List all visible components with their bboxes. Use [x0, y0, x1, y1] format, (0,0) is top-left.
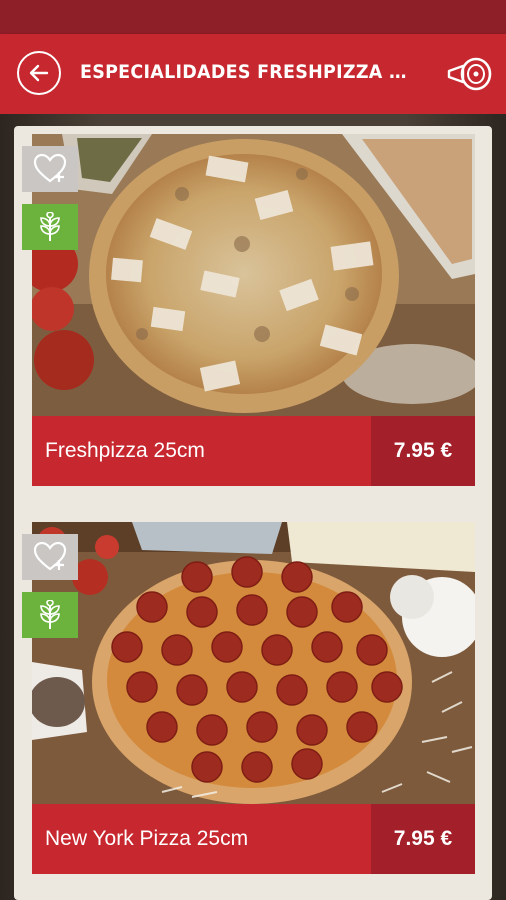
heart-plus-icon [33, 541, 67, 571]
product-name: Freshpizza 25cm [45, 439, 205, 462]
product-image [32, 522, 475, 804]
ham-leg-icon[interactable] [446, 54, 494, 94]
wheat-icon [40, 600, 60, 629]
heart-plus-icon [33, 153, 67, 183]
app-bar: ESPECIALIDADES FRESHPIZZA PEQU... [0, 34, 506, 114]
product-image [32, 134, 475, 416]
back-button[interactable] [17, 51, 61, 95]
vegetarian-badge [22, 204, 78, 250]
vegetarian-badge [22, 592, 78, 638]
product-bar[interactable]: New York Pizza 25cm 7.95 € [32, 804, 475, 874]
product-card[interactable]: Freshpizza 25cm 7.95 € [22, 134, 475, 486]
favorite-add-button[interactable] [22, 534, 78, 580]
favorite-add-button[interactable] [22, 146, 78, 192]
product-bar[interactable]: Freshpizza 25cm 7.95 € [32, 416, 475, 486]
product-card[interactable]: New York Pizza 25cm 7.95 € [22, 522, 475, 874]
product-name: New York Pizza 25cm [45, 827, 249, 850]
arrow-left-icon [29, 64, 49, 82]
wheat-icon [40, 212, 60, 241]
page-title: ESPECIALIDADES FRESHPIZZA PEQU... [80, 61, 408, 83]
product-price: 7.95 € [371, 416, 475, 486]
product-price: 7.95 € [371, 804, 475, 874]
status-bar [0, 0, 506, 34]
